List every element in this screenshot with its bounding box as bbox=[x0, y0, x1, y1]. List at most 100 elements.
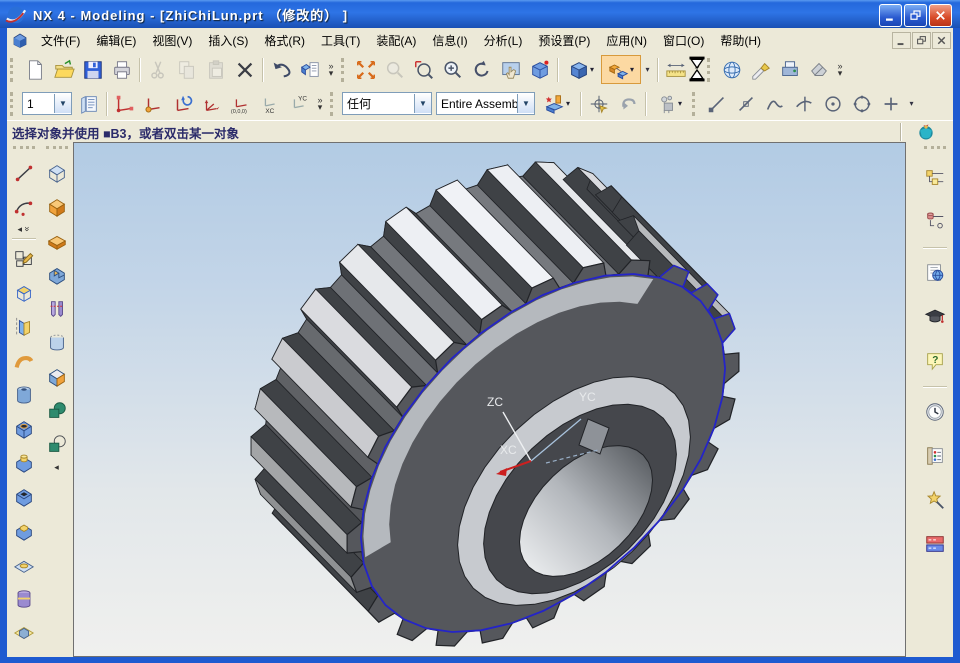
subtract-icon[interactable] bbox=[42, 430, 72, 460]
3d-gear-model[interactable]: ZCYCXC bbox=[74, 143, 905, 656]
menu-item-12[interactable]: 帮助(H) bbox=[712, 29, 769, 52]
toolbar-grip[interactable] bbox=[692, 92, 699, 116]
asm-add-icon[interactable]: ▾ bbox=[537, 89, 577, 118]
menu-item-9[interactable]: 预设置(P) bbox=[530, 29, 598, 52]
datum-plane-icon[interactable] bbox=[9, 618, 39, 648]
robot-icon[interactable]: ▾ bbox=[649, 89, 689, 118]
minimize-button[interactable] bbox=[879, 4, 902, 27]
orient-icon[interactable]: ▾ bbox=[601, 55, 641, 84]
graphics-window[interactable]: ZCYCXC bbox=[73, 142, 906, 657]
wcs-xc-icon[interactable]: XC bbox=[255, 89, 284, 118]
toolbar-grip[interactable] bbox=[924, 146, 946, 153]
toolbar-grip[interactable] bbox=[10, 92, 17, 116]
obj-display-icon[interactable] bbox=[295, 55, 324, 84]
arc-icon[interactable] bbox=[9, 192, 39, 222]
hole-icon[interactable] bbox=[9, 414, 39, 444]
pad-icon[interactable] bbox=[9, 516, 39, 546]
toolbar-grip[interactable] bbox=[330, 92, 337, 116]
groove-icon[interactable] bbox=[9, 584, 39, 614]
clip-icon[interactable] bbox=[804, 55, 833, 84]
help-icon[interactable]: ? bbox=[920, 346, 950, 376]
document-close-button[interactable] bbox=[932, 32, 951, 49]
toolbar-grip[interactable] bbox=[13, 146, 35, 153]
layer-select[interactable]: 1 ▼ bbox=[22, 92, 72, 115]
tube-icon[interactable] bbox=[9, 380, 39, 410]
pad2-icon[interactable] bbox=[42, 226, 72, 256]
open-icon[interactable] bbox=[49, 55, 78, 84]
menu-item-6[interactable]: 装配(A) bbox=[368, 29, 424, 52]
chevron-down-icon[interactable]: ▼ bbox=[517, 94, 534, 113]
document-minimize-button[interactable] bbox=[892, 32, 911, 49]
datum-csys-icon[interactable] bbox=[42, 158, 72, 188]
chamfer-icon[interactable] bbox=[42, 362, 72, 392]
snap-quad-icon[interactable] bbox=[847, 89, 876, 118]
selection-scope-select[interactable]: Entire Assemb ▼ bbox=[436, 92, 535, 115]
line-icon[interactable] bbox=[9, 158, 39, 188]
title-bar[interactable]: NX 4 - Modeling - [ZhiChiLun.prt （修改的） ] bbox=[0, 0, 960, 28]
toolbar-overflow-button[interactable]: ◂ » bbox=[15, 224, 31, 235]
block-icon[interactable] bbox=[42, 192, 72, 222]
snap-end-icon[interactable] bbox=[702, 89, 731, 118]
shaded-icon[interactable]: ▾ bbox=[561, 55, 601, 84]
zoom-region-icon[interactable] bbox=[409, 55, 438, 84]
revolve-icon[interactable] bbox=[9, 312, 39, 342]
extrude-icon[interactable] bbox=[9, 278, 39, 308]
palette-icon[interactable] bbox=[920, 441, 950, 471]
collapse-arrow-button[interactable]: ◂ bbox=[52, 462, 61, 473]
unite-icon[interactable] bbox=[42, 396, 72, 426]
part-nav-icon[interactable] bbox=[920, 207, 950, 237]
history-icon[interactable] bbox=[920, 397, 950, 427]
asm-nav-icon[interactable] bbox=[920, 163, 950, 193]
wcs-orient-icon[interactable] bbox=[197, 89, 226, 118]
sphere-icon[interactable] bbox=[717, 55, 746, 84]
web-icon[interactable] bbox=[920, 258, 950, 288]
wcs-dyn-icon[interactable] bbox=[110, 89, 139, 118]
pocket-icon[interactable] bbox=[9, 482, 39, 512]
snap-center-icon[interactable] bbox=[818, 89, 847, 118]
menu-item-7[interactable]: 信息(I) bbox=[424, 29, 475, 52]
zoom-inout-icon[interactable] bbox=[438, 55, 467, 84]
dropdown-arrow-button[interactable]: ▾ bbox=[641, 56, 654, 83]
menu-item-10[interactable]: 应用(N) bbox=[598, 29, 655, 52]
wcs-origin-icon[interactable] bbox=[139, 89, 168, 118]
menu-item-11[interactable]: 窗口(O) bbox=[655, 29, 712, 52]
document-restore-button[interactable] bbox=[912, 32, 931, 49]
step-icon[interactable] bbox=[42, 260, 72, 290]
rotate-icon[interactable] bbox=[467, 55, 496, 84]
menu-item-3[interactable]: 插入(S) bbox=[200, 29, 256, 52]
snap-point-icon[interactable] bbox=[876, 89, 905, 118]
toolbar-overflow-button[interactable]: »▾ bbox=[833, 56, 847, 83]
menu-item-5[interactable]: 工具(T) bbox=[313, 29, 368, 52]
toolbar-overflow-button[interactable]: »▾ bbox=[324, 56, 338, 83]
delete-icon[interactable] bbox=[230, 55, 259, 84]
print-icon[interactable] bbox=[107, 55, 136, 84]
wcs-zero-icon[interactable]: (0,0,0) bbox=[226, 89, 255, 118]
save-icon[interactable] bbox=[78, 55, 107, 84]
snap-curve-icon[interactable] bbox=[760, 89, 789, 118]
scenario-icon[interactable] bbox=[920, 529, 950, 559]
snap-int-icon[interactable] bbox=[789, 89, 818, 118]
menu-item-4[interactable]: 格式(R) bbox=[256, 29, 313, 52]
boss-icon[interactable] bbox=[9, 448, 39, 478]
roles-icon[interactable] bbox=[920, 485, 950, 515]
toolbar-grip[interactable] bbox=[341, 58, 348, 82]
menu-item-8[interactable]: 分析(L) bbox=[476, 29, 531, 52]
close-button[interactable] bbox=[929, 4, 952, 27]
snap-mid-icon[interactable] bbox=[731, 89, 760, 118]
chevron-down-icon[interactable]: ▼ bbox=[54, 94, 71, 113]
sketch-icon[interactable] bbox=[9, 244, 39, 274]
selection-filter-select[interactable]: 任何 ▼ bbox=[342, 92, 432, 115]
wcs-yc-icon[interactable]: YC bbox=[284, 89, 313, 118]
rib-icon[interactable] bbox=[42, 294, 72, 324]
groove2-icon[interactable] bbox=[42, 328, 72, 358]
wcs-rotate-icon[interactable] bbox=[168, 89, 197, 118]
toolbar-overflow-button[interactable]: »▾ bbox=[690, 56, 704, 83]
restore-button[interactable] bbox=[904, 4, 927, 27]
emboss-icon[interactable] bbox=[9, 550, 39, 580]
ruler-icon[interactable] bbox=[661, 55, 690, 84]
dropdown-arrow-button[interactable]: ▾ bbox=[905, 90, 918, 117]
toolbar-grip[interactable] bbox=[707, 58, 714, 82]
tutorials-icon[interactable] bbox=[920, 302, 950, 332]
undo-icon[interactable] bbox=[266, 55, 295, 84]
toolbar-overflow-button[interactable]: »▾ bbox=[313, 90, 327, 117]
